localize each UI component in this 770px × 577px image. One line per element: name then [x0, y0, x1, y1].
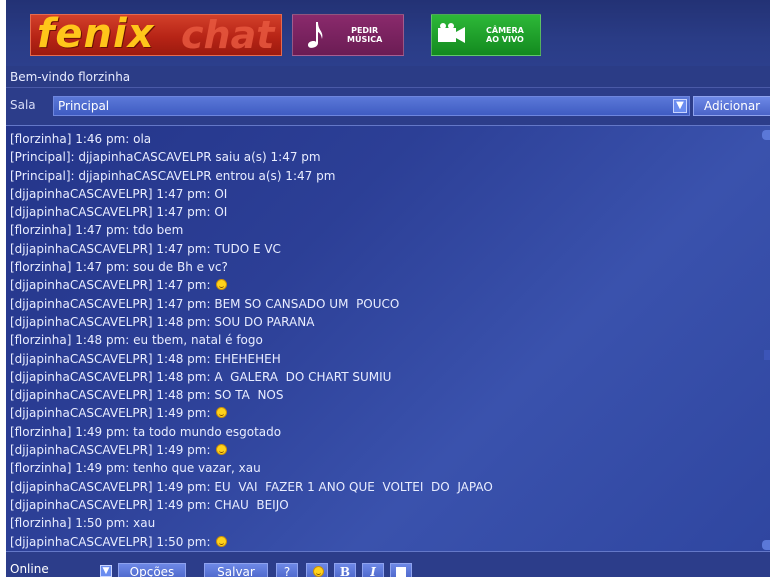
status-value: Online	[10, 562, 49, 576]
emoticon-button[interactable]	[306, 563, 328, 577]
video-camera-icon	[432, 15, 472, 55]
welcome-message: Bem-vindo florzinha	[6, 66, 770, 88]
italic-button[interactable]: I	[362, 563, 384, 577]
save-button[interactable]: Salvar	[204, 563, 268, 577]
music-note-icon	[293, 15, 333, 55]
chat-message-text: [djjapinhaCASCAVELPR] 1:47 pm: OI	[10, 186, 228, 201]
live-camera-button[interactable]: CÂMERA AO VIVO	[431, 14, 541, 56]
chat-message-text: [florzinha] 1:46 pm: ola	[10, 132, 152, 146]
live-camera-label: CÂMERA AO VIVO	[486, 26, 524, 44]
chat-message-text: [djjapinhaCASCAVELPR] 1:47 pm: OI	[10, 205, 228, 220]
bottom-toolbar: Online ▼ Opções Salvar ? B I	[6, 556, 770, 577]
message-list: [florzinha] 1:46 pm: ola [Principal]: djj…	[6, 126, 770, 551]
chat-message: [djjapinhaCASCAVELPR] 1:47 pm: BEM SO CA…	[10, 295, 770, 313]
room-select[interactable]: Principal ▼	[53, 96, 690, 116]
chat-message-text: [Principal]: djjapinhaCASCAVELPR entrou …	[10, 168, 336, 183]
chevron-down-icon[interactable]: ▼	[673, 99, 687, 113]
chat-message: [djjapinhaCASCAVELPR] 1:49 pm:	[10, 441, 770, 459]
chat-message-text: [djjapinhaCASCAVELPR] 1:49 pm:	[10, 443, 215, 458]
logo-fenix-text: fenix	[37, 14, 155, 56]
chat-message-text: [djjapinhaCASCAVELPR] 1:50 pm:	[10, 534, 215, 549]
chat-message-text: [djjapinhaCASCAVELPR] 1:49 pm:	[10, 406, 215, 421]
chat-message-text: [djjapinhaCASCAVELPR] 1:48 pm: EHEHEHEH	[10, 351, 281, 366]
status-select[interactable]: Online	[10, 559, 112, 577]
room-bar: Sala Principal ▼ Adicionar	[6, 94, 770, 118]
text-color-button[interactable]	[390, 563, 412, 577]
chat-window: fenix chat PEDIR MÚSICA CÂMERA AO VIVO B…	[6, 0, 770, 577]
chat-message: [djjapinhaCASCAVELPR] 1:47 pm: TUDO E VC	[10, 240, 770, 258]
chat-message: [florzinha] 1:47 pm: sou de Bh e vc?	[10, 258, 770, 276]
chat-message: [djjapinhaCASCAVELPR] 1:48 pm: SO TA NOS	[10, 386, 770, 404]
chat-message: [djjapinhaCASCAVELPR] 1:48 pm: EHEHEHEH	[10, 350, 770, 368]
chat-message: [florzinha] 1:46 pm: ola	[10, 130, 770, 148]
smiley-icon	[216, 535, 228, 547]
smiley-icon	[312, 566, 324, 577]
color-swatch-icon	[396, 567, 406, 577]
chat-message: [djjapinhaCASCAVELPR] 1:47 pm:	[10, 276, 770, 294]
fenixchat-logo: fenix chat	[30, 14, 282, 56]
scroll-down-arrow[interactable]	[762, 540, 770, 550]
chat-message-text: [djjapinhaCASCAVELPR] 1:47 pm: BEM SO CA…	[10, 296, 400, 311]
scroll-up-arrow[interactable]	[762, 130, 770, 140]
room-selected-value: Principal	[58, 99, 110, 113]
smiley-icon	[216, 279, 228, 291]
chat-message-text: [florzinha] 1:49 pm: tenho que vazar, xa…	[10, 461, 261, 476]
chat-message-text: [djjapinhaCASCAVELPR] 1:48 pm: SO TA NOS	[10, 388, 284, 403]
chat-message-text: [Principal]: djjapinhaCASCAVELPR saiu a(…	[10, 150, 321, 165]
chat-message-text: [florzinha] 1:49 pm: ta todo mundo esgot…	[10, 424, 282, 439]
chat-message-text: [florzinha] 1:50 pm: xau	[10, 516, 156, 531]
request-music-label: PEDIR MÚSICA	[347, 26, 383, 44]
header: fenix chat PEDIR MÚSICA CÂMERA AO VIVO	[6, 0, 770, 66]
chat-message-text: [djjapinhaCASCAVELPR] 1:49 pm: EU VAI FA…	[10, 479, 493, 494]
chat-message-text: [djjapinhaCASCAVELPR] 1:49 pm: CHAU BEIJ…	[10, 497, 289, 512]
help-button[interactable]: ?	[276, 563, 298, 577]
room-label: Sala	[10, 98, 36, 112]
chat-message: [florzinha] 1:49 pm: tenho que vazar, xa…	[10, 459, 770, 477]
messages-scrollbar[interactable]	[762, 130, 770, 550]
chat-message: [djjapinhaCASCAVELPR] 1:47 pm: OI	[10, 203, 770, 221]
chat-message-text: [florzinha] 1:47 pm: sou de Bh e vc?	[10, 260, 228, 275]
add-room-button[interactable]: Adicionar	[693, 96, 770, 116]
smiley-icon	[216, 407, 228, 419]
logo-chat-text: chat	[181, 14, 275, 56]
chat-message-text: [djjapinhaCASCAVELPR] 1:47 pm:	[10, 278, 215, 293]
chat-message-text: [djjapinhaCASCAVELPR] 1:47 pm: TUDO E VC	[10, 241, 281, 256]
chat-message: [Principal]: djjapinhaCASCAVELPR entrou …	[10, 167, 770, 185]
chat-messages: [florzinha] 1:46 pm: ola [Principal]: djj…	[6, 125, 770, 552]
chat-message-text: [florzinha] 1:47 pm: tdo bem	[10, 223, 184, 238]
options-button[interactable]: Opções	[118, 563, 186, 577]
chat-message: [florzinha] 1:49 pm: ta todo mundo esgot…	[10, 423, 770, 441]
request-music-button[interactable]: PEDIR MÚSICA	[292, 14, 404, 56]
chat-message: [florzinha] 1:47 pm: tdo bem	[10, 221, 770, 239]
smiley-icon	[216, 444, 228, 456]
chat-message-text: [djjapinhaCASCAVELPR] 1:48 pm: SOU DO PA…	[10, 314, 315, 329]
chat-message: [djjapinhaCASCAVELPR] 1:48 pm: A GALERA …	[10, 368, 770, 386]
chat-message: [djjapinhaCASCAVELPR] 1:49 pm: EU VAI FA…	[10, 478, 770, 496]
chevron-down-icon[interactable]: ▼	[100, 565, 112, 577]
chat-message: [djjapinhaCASCAVELPR] 1:47 pm: OI	[10, 185, 770, 203]
scroll-thumb[interactable]	[764, 350, 770, 360]
bold-button[interactable]: B	[334, 563, 356, 577]
chat-message-text: [djjapinhaCASCAVELPR] 1:48 pm: A GALERA …	[10, 369, 392, 384]
chat-message: [florzinha] 1:50 pm: xau	[10, 514, 770, 532]
chat-message: [djjapinhaCASCAVELPR] 1:49 pm: CHAU BEIJ…	[10, 496, 770, 514]
chat-message: [florzinha] 1:48 pm: eu tbem, natal é fo…	[10, 331, 770, 349]
chat-message: [djjapinhaCASCAVELPR] 1:49 pm:	[10, 404, 770, 422]
chat-message: [djjapinhaCASCAVELPR] 1:48 pm: SOU DO PA…	[10, 313, 770, 331]
chat-message: [djjapinhaCASCAVELPR] 1:50 pm:	[10, 533, 770, 551]
chat-message: [Principal]: djjapinhaCASCAVELPR saiu a(…	[10, 148, 770, 166]
chat-message-text: [florzinha] 1:48 pm: eu tbem, natal é fo…	[10, 333, 263, 348]
